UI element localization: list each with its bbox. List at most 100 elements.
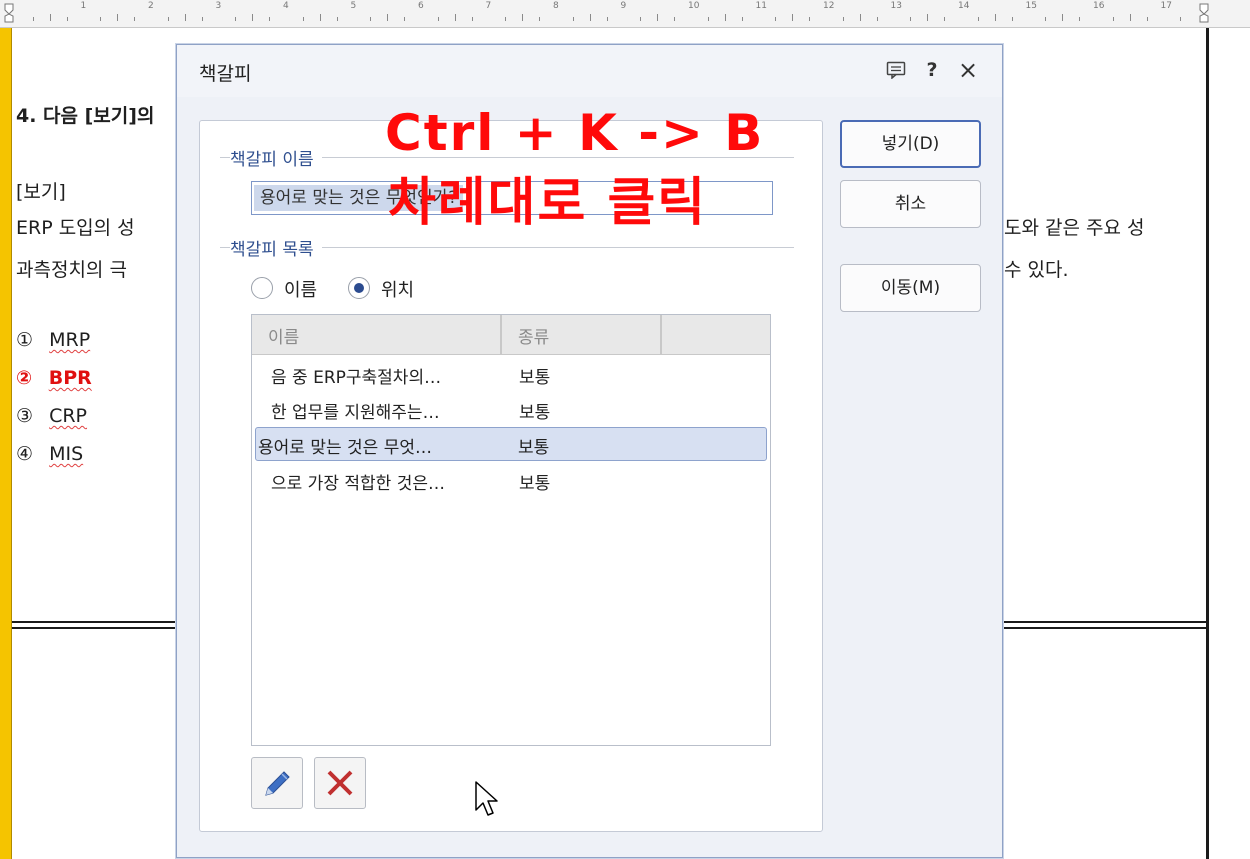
ruler-tick xyxy=(589,14,591,21)
column-header-type[interactable]: 종류 xyxy=(518,323,549,348)
option-text: BPR xyxy=(48,367,92,389)
ruler-tick xyxy=(792,14,794,21)
ruler-tick xyxy=(539,17,541,21)
ruler-tick xyxy=(1146,17,1148,21)
ruler-tick xyxy=(437,17,439,21)
list-item[interactable]: 음 중 ERP구축절차의… 보통 xyxy=(255,357,767,391)
ruler-tick xyxy=(859,14,861,21)
ruler-tick xyxy=(404,17,406,21)
sort-by-position-label[interactable]: 위치 xyxy=(381,276,414,302)
ruler-tick xyxy=(167,17,169,21)
right-indent-marker-icon[interactable] xyxy=(1199,2,1209,24)
ruler-number: 1 xyxy=(80,1,87,11)
ruler-tick xyxy=(994,14,996,21)
list-item-type: 보통 xyxy=(518,438,550,458)
ruler-tick xyxy=(707,17,709,21)
option-4[interactable]: ④ MIS xyxy=(16,443,83,465)
cancel-button[interactable]: 취소 xyxy=(840,180,981,228)
example-label[interactable]: [보기] xyxy=(16,177,66,204)
ruler-tick xyxy=(640,17,642,21)
bookmark-list[interactable]: 이름 종류 음 중 ERP구축절차의… 보통 한 업무를 지원해주는… 보통 용… xyxy=(251,314,771,746)
option-marker: ④ xyxy=(16,443,34,465)
ruler-number: 17 xyxy=(1160,1,1172,11)
ruler-tick xyxy=(1045,17,1047,21)
ruler-number: 11 xyxy=(755,1,767,11)
horizontal-ruler[interactable]: 1 2 3 4 5 6 7 8 9 10 11 12 13 14 15 16 17 xyxy=(0,0,1250,28)
ruler-tick xyxy=(876,17,878,21)
ruler-tick xyxy=(1011,17,1013,21)
example-text-line2-right[interactable]: 수 있다. xyxy=(1004,255,1069,282)
ruler-tick xyxy=(454,14,456,21)
option-text: CRP xyxy=(49,405,88,427)
list-item-name: 으로 가장 적합한 것은… xyxy=(271,474,445,494)
pencil-icon xyxy=(265,771,290,796)
ruler-tick xyxy=(1062,14,1064,21)
ruler-number: 7 xyxy=(485,1,492,11)
ruler-tick xyxy=(319,14,321,21)
option-marker: ③ xyxy=(16,405,34,427)
ruler-tick xyxy=(117,14,119,21)
ruler-tick xyxy=(910,17,912,21)
ruler-tick xyxy=(977,17,979,21)
ruler-tick xyxy=(741,17,743,21)
ruler-tick xyxy=(100,17,102,21)
option-marker: ② xyxy=(16,367,33,389)
mouse-cursor-icon xyxy=(475,781,498,816)
bookmark-list-label: 책갈피 목록 xyxy=(230,235,322,260)
list-item-type: 보통 xyxy=(519,474,551,494)
option-text: MRP xyxy=(49,329,91,351)
example-text-line1-right[interactable]: 도와 같은 주요 성 xyxy=(1004,213,1144,240)
ruler-tick xyxy=(842,17,844,21)
left-indent-marker-icon[interactable] xyxy=(4,2,14,24)
insert-button[interactable]: 넣기(D) xyxy=(840,120,981,168)
ruler-number: 10 xyxy=(688,1,700,11)
ruler-tick xyxy=(657,14,659,21)
ruler-tick xyxy=(370,17,372,21)
ruler-tick xyxy=(134,17,136,21)
delete-bookmark-button[interactable] xyxy=(314,757,366,809)
delete-x-icon xyxy=(327,770,353,796)
edit-bookmark-button[interactable] xyxy=(251,757,303,809)
ruler-number: 15 xyxy=(1025,1,1037,11)
ruler-number: 16 xyxy=(1093,1,1105,11)
move-button[interactable]: 이동(M) xyxy=(840,264,981,312)
help-button[interactable]: ? xyxy=(919,57,945,83)
list-item-selected[interactable]: 용어로 맞는 것은 무엇… 보통 xyxy=(255,427,767,461)
dialog-title-bar[interactable]: 책갈피 ? × xyxy=(177,45,1002,97)
ruler-number: 12 xyxy=(823,1,835,11)
list-item[interactable]: 한 업무를 지원해주는… 보통 xyxy=(255,392,767,426)
column-separator[interactable] xyxy=(500,315,502,355)
ruler-tick xyxy=(201,17,203,21)
list-item-name: 음 중 ERP구축절차의… xyxy=(271,368,442,388)
ruler-tick xyxy=(674,17,676,21)
comment-icon[interactable] xyxy=(883,57,909,83)
option-text: MIS xyxy=(49,443,84,465)
sort-by-position-radio[interactable] xyxy=(348,277,370,299)
question-text[interactable]: 4. 다음 [보기]의 xyxy=(16,101,154,128)
option-3[interactable]: ③ CRP xyxy=(16,405,87,427)
ruler-number: 13 xyxy=(890,1,902,11)
ruler-number: 6 xyxy=(418,1,424,11)
list-item-name: 용어로 맞는 것은 무엇… xyxy=(258,438,432,458)
close-button[interactable]: × xyxy=(955,57,981,83)
ruler-tick xyxy=(775,17,777,21)
ruler-number: 3 xyxy=(215,1,222,11)
ruler-number: 2 xyxy=(148,1,154,11)
ruler-tick xyxy=(927,14,929,21)
option-2-answer[interactable]: ② BPR xyxy=(16,367,92,389)
ruler-tick xyxy=(809,17,811,21)
ruler-tick xyxy=(49,14,51,21)
ruler-tick xyxy=(387,14,389,21)
sort-by-name-label[interactable]: 이름 xyxy=(284,276,317,302)
ruler-tick xyxy=(1112,17,1114,21)
list-item-name: 한 업무를 지원해주는… xyxy=(271,403,440,423)
ruler-tick xyxy=(269,17,271,21)
example-text-line2-left[interactable]: 과측정치의 극 xyxy=(16,255,127,282)
column-header-name[interactable]: 이름 xyxy=(268,323,299,348)
list-item[interactable]: 으로 가장 적합한 것은… 보통 xyxy=(255,463,767,497)
option-1[interactable]: ① MRP xyxy=(16,329,90,351)
sort-by-name-radio[interactable] xyxy=(251,277,273,299)
ruler-tick xyxy=(32,17,34,21)
example-text-line1-left[interactable]: ERP 도입의 성 xyxy=(16,213,135,240)
column-separator[interactable] xyxy=(660,315,662,355)
